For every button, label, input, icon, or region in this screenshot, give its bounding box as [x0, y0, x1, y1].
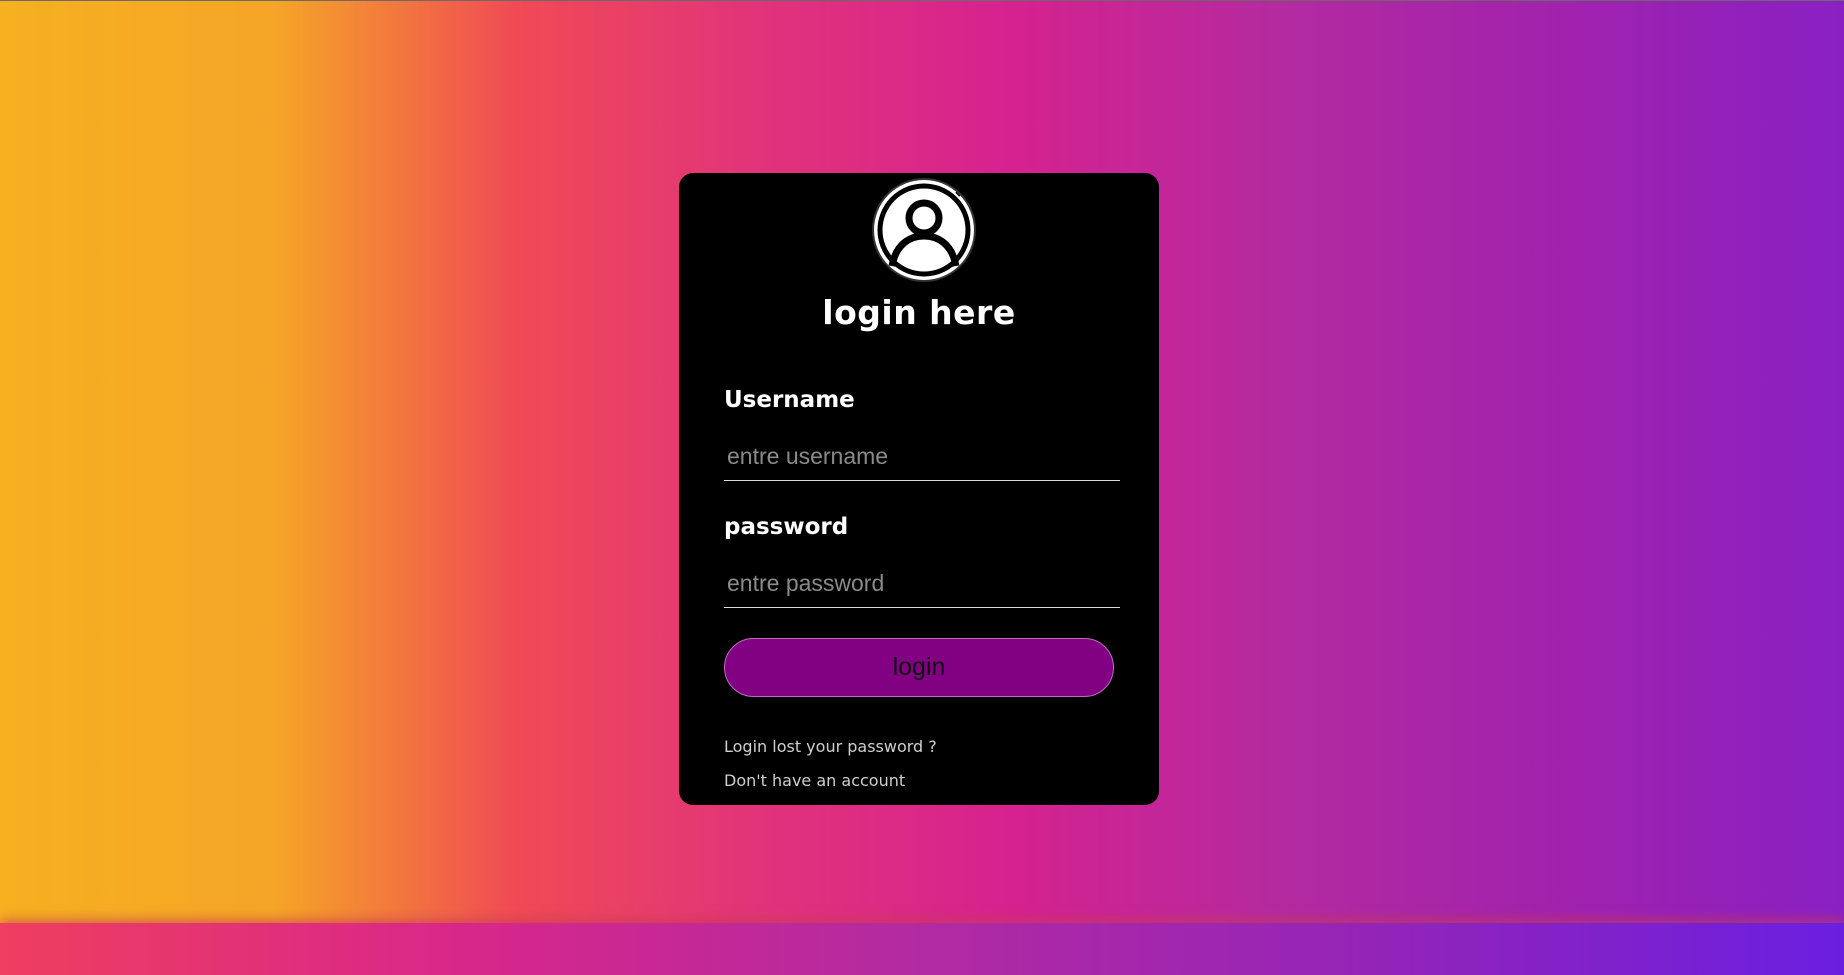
password-label: password — [724, 514, 849, 540]
login-card: login here Username password login Login… — [679, 173, 1159, 805]
login-button[interactable]: login — [724, 638, 1114, 697]
username-input[interactable] — [724, 433, 1120, 481]
username-label: Username — [724, 387, 855, 413]
user-avatar-icon — [872, 178, 976, 282]
bottom-gradient-bar — [0, 923, 1844, 975]
lost-password-link[interactable]: Login lost your password ? — [724, 737, 937, 756]
signup-link[interactable]: Don't have an account — [724, 771, 905, 790]
password-input[interactable] — [724, 560, 1120, 608]
user-silhouette-icon — [877, 183, 971, 277]
page-title: login here — [822, 293, 1016, 332]
login-page: login here Username password login Login… — [0, 0, 1844, 975]
